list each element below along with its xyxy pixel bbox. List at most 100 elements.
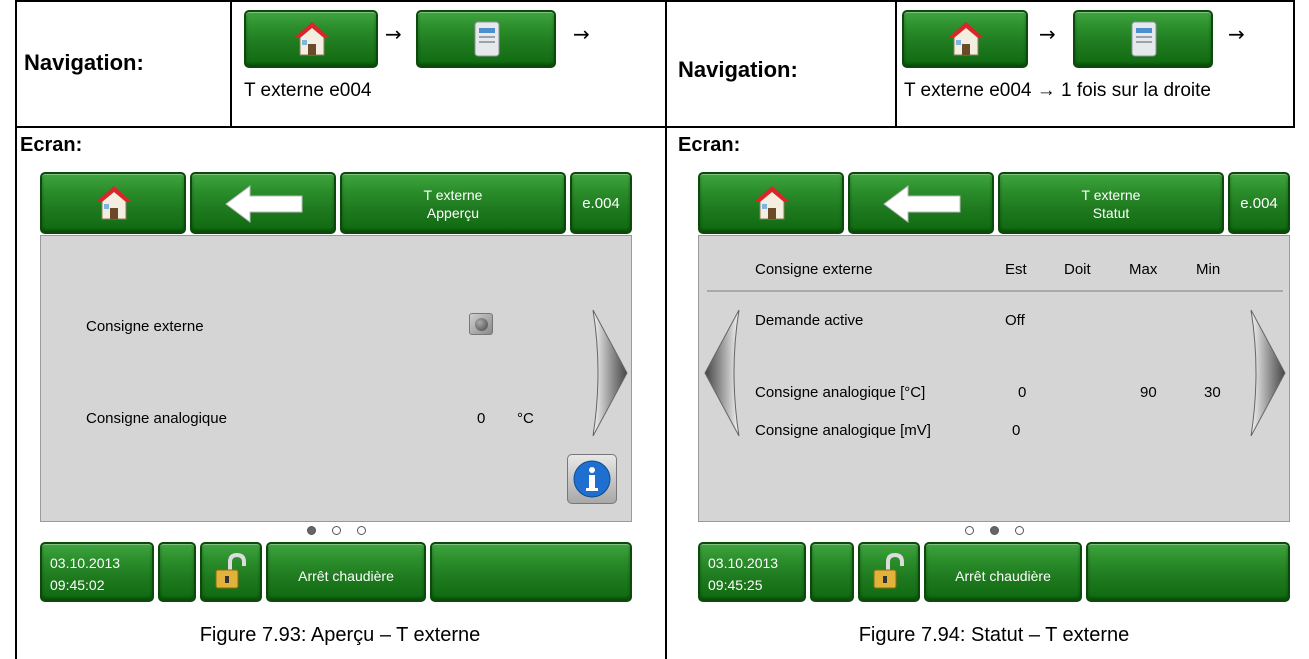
content-panel: Consigne externe Est Doit Max Min Demand… xyxy=(698,235,1290,522)
nav-arrow-2-right: → xyxy=(1228,22,1245,46)
page-indicator xyxy=(40,525,632,536)
page-dot-3[interactable] xyxy=(1014,525,1024,535)
boiler-status: Arrêt chaudière xyxy=(955,568,1051,584)
header-max: Max xyxy=(1129,261,1158,278)
header-name: Consigne externe xyxy=(755,261,873,278)
page-dot-3[interactable] xyxy=(356,525,366,535)
screen-title-button: T externe Statut xyxy=(998,172,1224,234)
back-button[interactable] xyxy=(190,172,336,234)
table-border-right xyxy=(1293,0,1295,126)
back-arrow-icon xyxy=(225,185,303,223)
page-dot-1[interactable] xyxy=(306,525,316,535)
datetime-button[interactable]: 03.10.2013 09:45:02 xyxy=(40,542,154,602)
datetime-button[interactable]: 03.10.2013 09:45:25 xyxy=(698,542,806,602)
table-border-center xyxy=(665,0,667,659)
boiler-status: Arrêt chaudière xyxy=(298,568,394,584)
figure-caption-right: Figure 7.94: Statut – T externe xyxy=(858,624,1130,646)
navigation-label-left: Navigation: xyxy=(24,50,144,75)
lock-button[interactable] xyxy=(858,542,920,602)
table-border-mid xyxy=(15,126,1295,128)
row-est-consigne-mv: 0 xyxy=(1012,422,1021,439)
row-est-demande-active: Off xyxy=(1005,312,1025,329)
next-arrow-icon[interactable] xyxy=(1247,308,1287,438)
time: 09:45:02 xyxy=(50,577,105,593)
row-label-consigne-externe: Consigne externe xyxy=(86,318,204,335)
status-button[interactable]: Arrêt chaudière xyxy=(266,542,426,602)
row-value-consigne-analogique: 0 xyxy=(477,410,486,427)
time: 09:45:25 xyxy=(708,577,763,593)
lock-button[interactable] xyxy=(200,542,262,602)
home-button[interactable] xyxy=(40,172,186,234)
row-max-consigne-c: 90 xyxy=(1140,384,1157,401)
content-panel: Consigne externe Consigne analogique 0 °… xyxy=(40,235,632,522)
row-label-consigne-analogique: Consigne analogique xyxy=(86,410,227,427)
date: 03.10.2013 xyxy=(50,555,121,571)
device-screen-left: T externe Apperçu e.004 Consigne externe… xyxy=(40,172,632,602)
figure-caption-left: Figure 7.93: Aperçu – T externe xyxy=(199,624,481,646)
back-arrow-icon xyxy=(883,185,961,223)
screen-title-button: T externe Apperçu xyxy=(340,172,566,234)
error-code: e.004 xyxy=(1240,195,1278,212)
table-divider-left-nav xyxy=(230,0,232,126)
nav-arrow-1-left: → xyxy=(385,22,402,46)
header-divider xyxy=(707,290,1283,292)
table-divider-right-nav xyxy=(895,0,897,126)
padlock-open-icon xyxy=(873,552,904,589)
error-code: e.004 xyxy=(582,195,620,212)
screen-title-line2: Apperçu xyxy=(426,205,480,221)
row-min-consigne-c: 30 xyxy=(1204,384,1221,401)
nav-boiler-button-left[interactable] xyxy=(416,10,556,68)
home-icon xyxy=(948,22,984,56)
prev-arrow-icon[interactable] xyxy=(703,308,743,438)
boiler-icon xyxy=(474,21,500,57)
ecran-label-left: Ecran: xyxy=(20,134,83,156)
screen-title-line1: T externe xyxy=(423,187,483,203)
row-label-demande-active: Demande active xyxy=(755,312,864,329)
header-min: Min xyxy=(1196,261,1221,278)
next-arrow-icon[interactable] xyxy=(589,308,629,438)
nav-boiler-button-right[interactable] xyxy=(1073,10,1213,68)
boiler-icon xyxy=(1131,21,1157,57)
home-icon xyxy=(754,186,790,220)
datetime: 03.10.2013 09:45:02 xyxy=(50,552,120,596)
home-button[interactable] xyxy=(698,172,844,234)
table-border-top xyxy=(15,0,1295,2)
screen-title-line1: T externe xyxy=(1081,187,1141,203)
table-border-left xyxy=(15,0,17,659)
nav-home-button-right[interactable] xyxy=(902,10,1028,68)
nav-path-right: T externe e004 → 1 fois sur la droite xyxy=(904,80,1211,101)
status-indicator xyxy=(469,313,493,335)
empty-button[interactable] xyxy=(1086,542,1290,602)
status-button[interactable]: Arrêt chaudière xyxy=(924,542,1082,602)
ecran-label-right: Ecran: xyxy=(678,134,741,156)
row-label-consigne-mv: Consigne analogique [mV] xyxy=(755,422,931,439)
row-est-consigne-c: 0 xyxy=(1018,384,1027,401)
padlock-open-icon xyxy=(215,552,246,589)
info-icon xyxy=(573,460,611,498)
screen-title-line2: Statut xyxy=(1092,205,1130,221)
blank-button[interactable] xyxy=(158,542,196,602)
datetime: 03.10.2013 09:45:25 xyxy=(708,552,778,596)
back-button[interactable] xyxy=(848,172,994,234)
empty-button[interactable] xyxy=(430,542,632,602)
blank-button[interactable] xyxy=(810,542,854,602)
page-dot-2[interactable] xyxy=(331,525,341,535)
info-button[interactable] xyxy=(567,454,617,504)
nav-arrow-1-right: → xyxy=(1039,22,1056,46)
error-code-button[interactable]: e.004 xyxy=(570,172,632,234)
home-icon xyxy=(294,22,330,56)
device-screen-right: T externe Statut e.004 Consigne externe … xyxy=(698,172,1290,602)
nav-path-left: T externe e004 xyxy=(244,80,372,101)
error-code-button[interactable]: e.004 xyxy=(1228,172,1290,234)
home-icon xyxy=(96,186,132,220)
navigation-label-right: Navigation: xyxy=(678,57,798,82)
page-dot-2[interactable] xyxy=(989,525,999,535)
row-unit-consigne-analogique: °C xyxy=(517,410,534,427)
nav-arrow-2-left: → xyxy=(573,22,590,46)
header-doit: Doit xyxy=(1064,261,1091,278)
nav-home-button-left[interactable] xyxy=(244,10,378,68)
page-indicator xyxy=(698,525,1290,536)
page-dot-1[interactable] xyxy=(964,525,974,535)
row-label-consigne-c: Consigne analogique [°C] xyxy=(755,384,926,401)
header-est: Est xyxy=(1005,261,1027,278)
